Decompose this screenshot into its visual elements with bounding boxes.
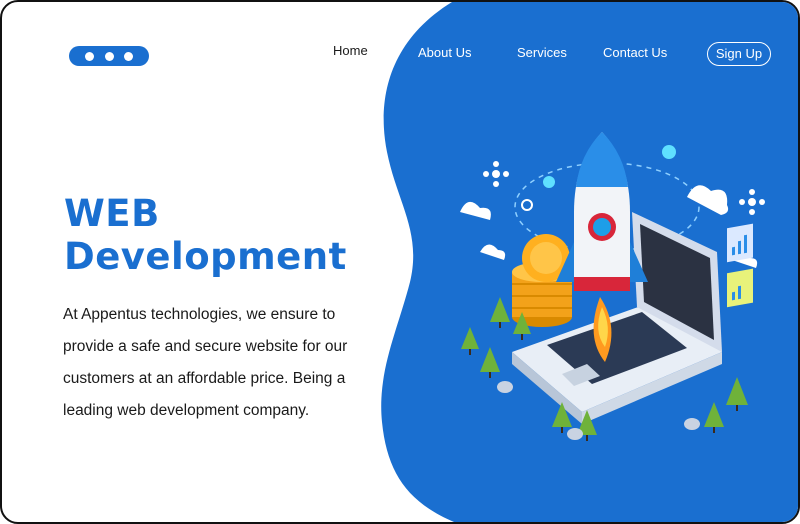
hero-title-line2: Development <box>64 235 347 278</box>
nav-services-link[interactable]: Services <box>517 42 567 64</box>
nav-contact-link[interactable]: Contact Us <box>603 42 667 64</box>
signup-button[interactable]: Sign Up <box>707 42 771 66</box>
nav-about-link[interactable]: About Us <box>418 42 471 64</box>
rocket-laptop-illustration <box>460 132 765 441</box>
page-frame: Home About Us Services Contact Us Sign U… <box>0 0 800 524</box>
hero-description: At Appentus technologies, we ensure to p… <box>63 306 348 419</box>
nav-home-link[interactable]: Home <box>333 40 368 62</box>
top-navigation: Home About Us Services Contact Us Sign U… <box>2 42 798 68</box>
hero-title-line1: WEB <box>64 192 160 235</box>
hero-title: WEB Development <box>64 192 347 278</box>
